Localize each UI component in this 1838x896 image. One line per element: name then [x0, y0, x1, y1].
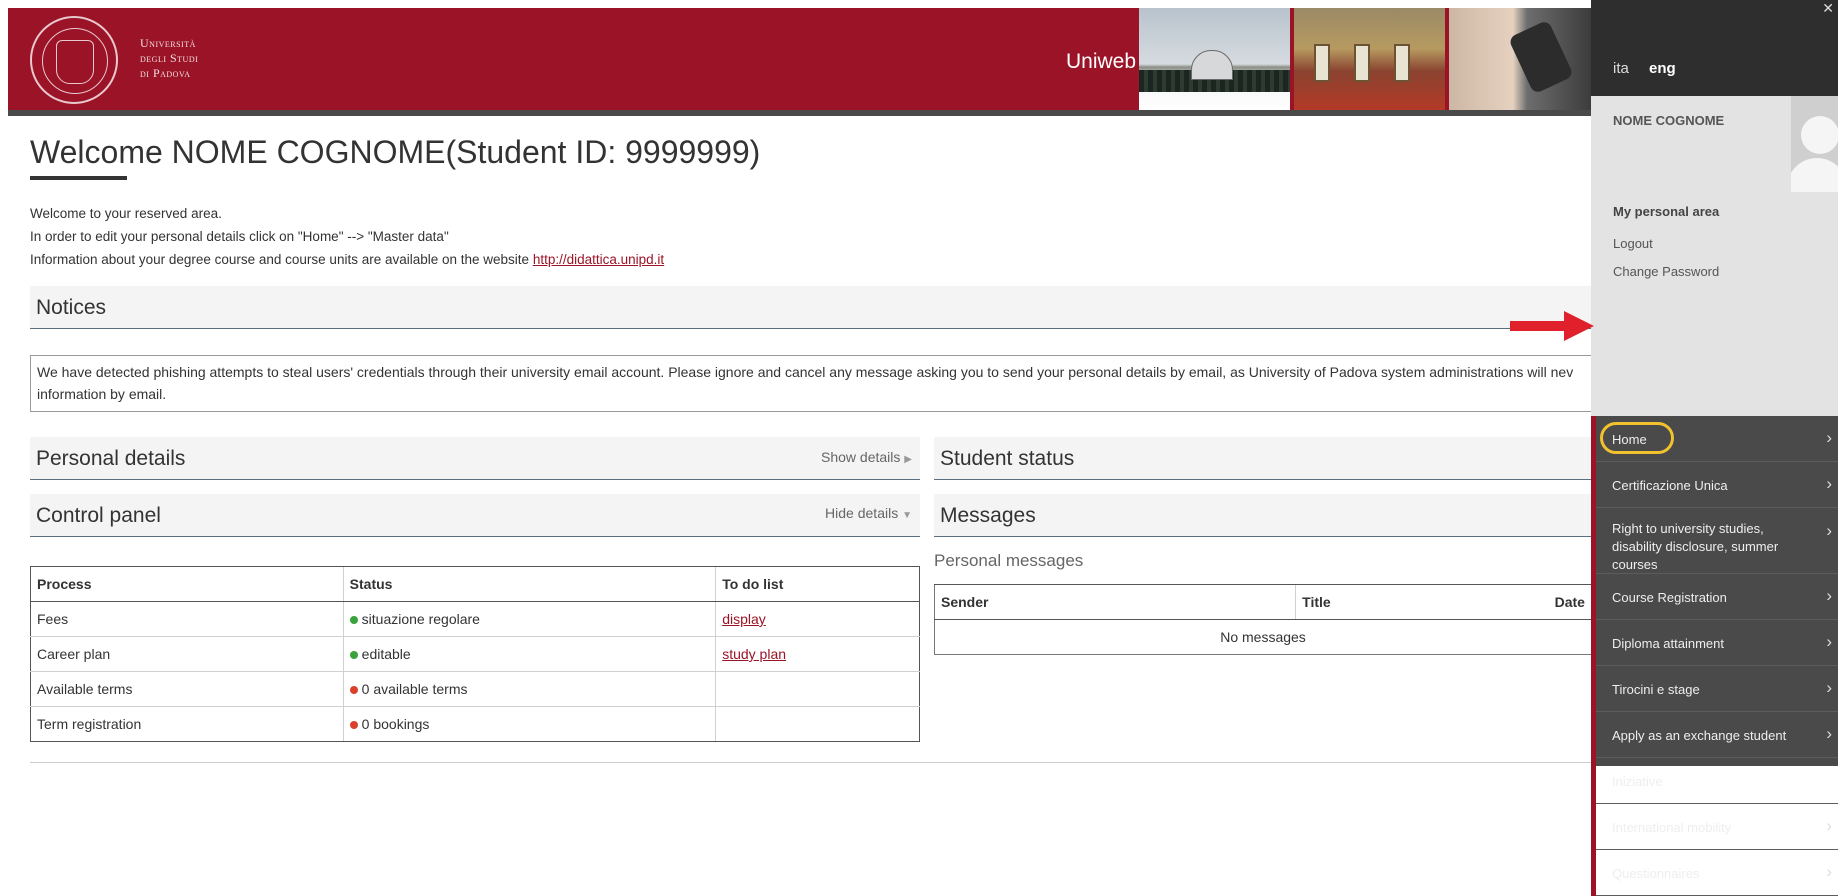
- status-cell: 0 available terms: [342, 671, 716, 707]
- sidebar-item-exchange-student[interactable]: Apply as an exchange student ›: [1596, 712, 1838, 758]
- sidebar-item-course-registration[interactable]: Course Registration ›: [1596, 574, 1838, 620]
- app-title: Uniweb: [1066, 50, 1137, 73]
- user-panel: NOME COGNOME My personal area Logout Cha…: [1591, 96, 1838, 416]
- title-underline: [30, 176, 127, 180]
- student-status-title: Student status: [940, 447, 1075, 470]
- messages-header[interactable]: Messages: [934, 494, 1592, 537]
- column-header-sender: Sender: [934, 584, 1296, 620]
- hide-details-toggle[interactable]: Hide details ▼: [825, 505, 912, 521]
- chevron-right-icon: ›: [1826, 521, 1832, 540]
- university-seal-logo[interactable]: [30, 16, 118, 104]
- page-title: Welcome NOME COGNOME(Student ID: 9999999…: [30, 134, 761, 170]
- table-header-row: Sender Title Date: [934, 584, 1592, 620]
- sidebar-top: ✕ ita eng: [1591, 0, 1838, 96]
- column-header-status: Status: [342, 566, 716, 602]
- sidebar-item-certificazione-unica[interactable]: Certificazione Unica ›: [1596, 462, 1838, 508]
- personal-messages-label: Personal messages: [934, 551, 1084, 570]
- table-row: Available terms 0 available terms: [30, 671, 920, 707]
- personal-details-title: Personal details: [36, 447, 186, 470]
- chevron-right-icon: ›: [1826, 862, 1832, 881]
- logout-link[interactable]: Logout: [1613, 236, 1653, 251]
- sidebar-item-tirocini[interactable]: Tirocini e stage ›: [1596, 666, 1838, 712]
- table-row: Fees situazione regolare display: [30, 601, 920, 637]
- table-row: No messages: [934, 619, 1592, 655]
- aula-magna-photo: [1294, 8, 1445, 110]
- personal-area-title: My personal area: [1613, 204, 1720, 219]
- sidebar-item-international-mobility[interactable]: International mobility ›: [1596, 804, 1838, 850]
- student-status-header[interactable]: Student status: [934, 437, 1592, 480]
- sidebar-item-diploma-attainment[interactable]: Diploma attainment ›: [1596, 620, 1838, 666]
- close-icon[interactable]: ✕: [1822, 0, 1834, 17]
- avatar: [1791, 96, 1838, 192]
- table-row: Term registration 0 bookings: [30, 706, 920, 742]
- sidebar-item-right-to-study[interactable]: Right to university studies, disability …: [1596, 508, 1838, 574]
- study-plan-link[interactable]: study plan: [722, 646, 786, 662]
- process-cell: Career plan: [30, 636, 344, 672]
- welcome-intro: Welcome to your reserved area. In order …: [30, 206, 665, 267]
- chevron-right-icon: ›: [1826, 586, 1832, 605]
- chevron-right-icon: ›: [1826, 816, 1832, 835]
- annotation-arrow-icon: [1510, 311, 1594, 341]
- status-ok-icon: [349, 616, 358, 625]
- university-name[interactable]: Università degli Studi di Padova: [140, 36, 198, 81]
- header-divider: [8, 110, 1591, 116]
- show-details-toggle[interactable]: Show details ▶: [821, 449, 912, 465]
- sidebar-item-iniziative[interactable]: Iniziative: [1596, 758, 1838, 804]
- lang-ita-link[interactable]: ita: [1613, 60, 1629, 77]
- sidebar-menu: Home › Certificazione Unica › Right to uni…: [1591, 416, 1838, 896]
- triangle-down-icon: ▼: [902, 510, 912, 521]
- todo-cell: [715, 706, 920, 742]
- control-panel-title: Control panel: [36, 504, 161, 527]
- status-ok-icon: [349, 651, 358, 660]
- messages-title: Messages: [940, 504, 1036, 527]
- status-cell: situazione regolare: [342, 601, 716, 637]
- control-panel-table: Process Status To do list Fees situazion…: [30, 566, 920, 742]
- control-panel-header[interactable]: Control panel Hide details ▼: [30, 494, 920, 537]
- notices-section-header: Notices: [30, 286, 1592, 329]
- chevron-right-icon: ›: [1826, 428, 1832, 447]
- didattica-link[interactable]: http://didattica.unipd.it: [533, 252, 664, 267]
- microscope-photo: [1449, 8, 1591, 110]
- triangle-right-icon: ▶: [904, 454, 912, 465]
- todo-cell: study plan: [715, 636, 920, 672]
- table-row: Career plan editable study plan: [30, 636, 920, 672]
- status-cell: editable: [342, 636, 716, 672]
- column-header-title: Title: [1295, 584, 1549, 620]
- status-warning-icon: [349, 721, 358, 730]
- sidebar: ✕ ita eng NOME COGNOME My personal area …: [1591, 0, 1838, 896]
- process-cell: Available terms: [30, 671, 344, 707]
- chevron-right-icon: ›: [1826, 632, 1832, 651]
- messages-table: Sender Title Date No messages: [934, 584, 1592, 655]
- column-header-todo: To do list: [715, 566, 920, 602]
- todo-cell: display: [715, 601, 920, 637]
- process-cell: Fees: [30, 601, 344, 637]
- display-fees-link[interactable]: display: [722, 611, 766, 627]
- table-header-row: Process Status To do list: [30, 566, 920, 602]
- personal-details-header[interactable]: Personal details Show details ▶: [30, 437, 920, 480]
- sidebar-item-questionnaires[interactable]: Questionnaires ›: [1596, 850, 1838, 896]
- chevron-right-icon: ›: [1826, 678, 1832, 697]
- todo-cell: [715, 671, 920, 707]
- sidebar-item-home[interactable]: Home ›: [1596, 416, 1838, 462]
- lang-eng-link[interactable]: eng: [1649, 60, 1676, 77]
- column-header-date: Date: [1548, 584, 1592, 620]
- notices-title: Notices: [36, 296, 107, 319]
- column-header-process: Process: [30, 566, 344, 602]
- user-name: NOME COGNOME: [1613, 113, 1725, 128]
- change-password-link[interactable]: Change Password: [1613, 264, 1719, 279]
- page-divider: [30, 762, 1592, 763]
- status-warning-icon: [349, 686, 358, 695]
- phishing-notice: We have detected phishing attempts to st…: [30, 355, 1592, 412]
- chevron-right-icon: ›: [1826, 724, 1832, 743]
- no-messages-text: No messages: [934, 619, 1592, 655]
- chevron-right-icon: ›: [1826, 474, 1832, 493]
- process-cell: Term registration: [30, 706, 344, 742]
- status-cell: 0 bookings: [342, 706, 716, 742]
- observatory-photo: [1139, 8, 1290, 110]
